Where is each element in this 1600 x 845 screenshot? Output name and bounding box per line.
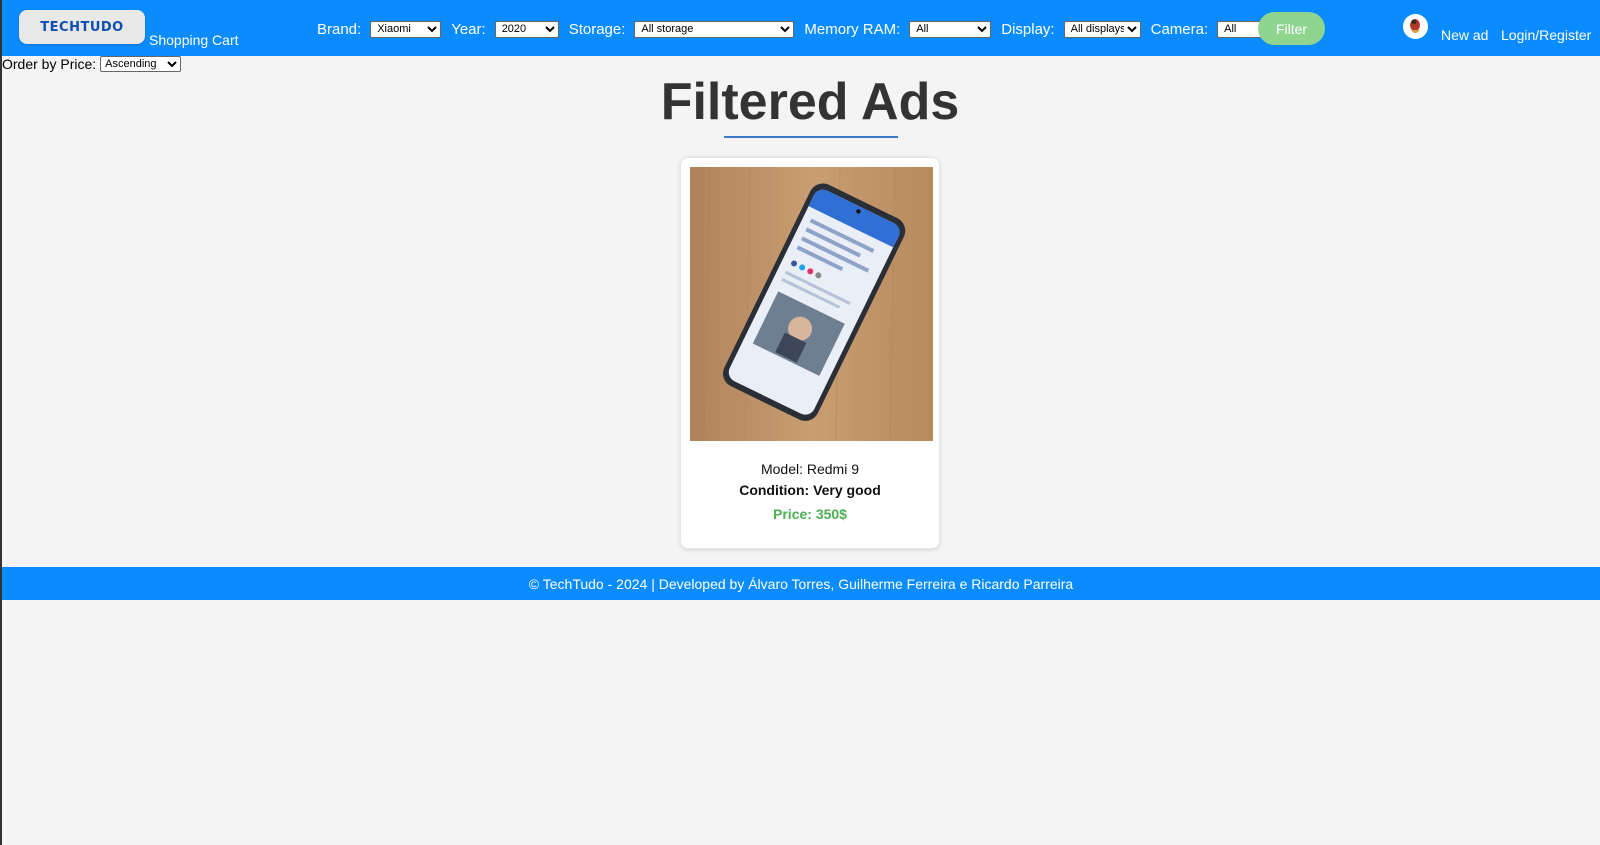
brand-filter-label: Brand: bbox=[317, 20, 362, 38]
ad-card[interactable]: Model: Redmi 9 Condition: Very good Pric… bbox=[680, 157, 940, 549]
year-select[interactable]: 2020 bbox=[494, 20, 559, 38]
techtudo-logo[interactable]: TECHTUDO bbox=[19, 10, 145, 44]
brand-select[interactable]: Xiaomi bbox=[370, 20, 442, 38]
ad-condition: Condition: Very good bbox=[739, 482, 881, 498]
footer-text: © TechTudo - 2024 | Developed by Álvaro … bbox=[528, 575, 1074, 592]
page-title: Filtered Ads bbox=[660, 73, 960, 131]
memory-ram-select[interactable]: All bbox=[909, 20, 992, 38]
order-by-price: Order by Price: Ascending bbox=[2, 56, 182, 72]
filter-bar: Brand: Xiaomi Year: 2020 Storage: All st… bbox=[317, 17, 1289, 41]
order-by-price-label: Order by Price: bbox=[2, 56, 97, 72]
filter-button[interactable]: Filter bbox=[1258, 12, 1325, 45]
order-by-price-select[interactable]: Ascending bbox=[100, 56, 182, 72]
memory-ram-filter-label: Memory RAM: bbox=[804, 20, 901, 38]
top-navbar: TECHTUDO Shopping Cart Brand: Xiaomi Yea… bbox=[2, 0, 1600, 56]
new-ad-link[interactable]: New ad bbox=[1441, 27, 1488, 43]
display-select[interactable]: All displays bbox=[1063, 20, 1141, 38]
footer: © TechTudo - 2024 | Developed by Álvaro … bbox=[2, 567, 1600, 600]
ad-model: Model: Redmi 9 bbox=[760, 461, 860, 477]
storage-select[interactable]: All storage bbox=[634, 20, 795, 38]
display-filter-label: Display: bbox=[1001, 20, 1055, 38]
shopping-cart-link[interactable]: Shopping Cart bbox=[149, 32, 239, 48]
storage-filter-label: Storage: bbox=[568, 20, 626, 38]
ad-price: Price: 350$ bbox=[773, 506, 847, 522]
year-filter-label: Year: bbox=[451, 20, 486, 38]
title-underline bbox=[724, 136, 898, 138]
phone-photo[interactable] bbox=[690, 167, 933, 441]
camera-filter-label: Camera: bbox=[1150, 20, 1209, 38]
login-register-link[interactable]: Login/Register bbox=[1501, 27, 1591, 43]
user-avatar-icon[interactable] bbox=[1403, 14, 1428, 39]
logo-text: TECHTUDO bbox=[40, 19, 124, 35]
